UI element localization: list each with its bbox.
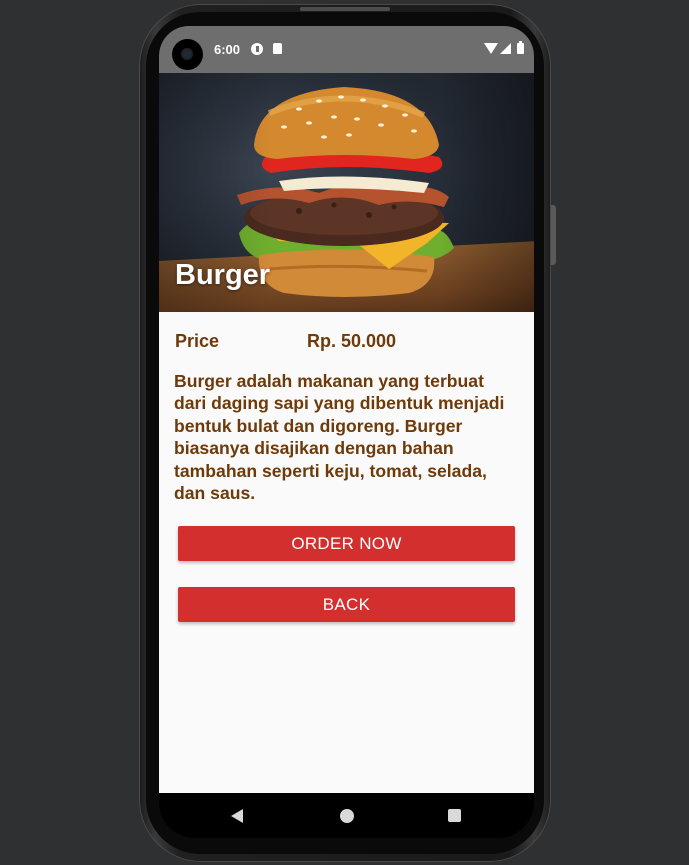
system-navigation-bar [159, 793, 534, 838]
price-value: Rp. 50.000 [307, 331, 397, 351]
device-stage: 6:00 Burger Price Rp. 50.000 Burger adal… [0, 0, 689, 865]
status-bar: 6:00 [159, 26, 534, 73]
front-camera-icon [172, 39, 203, 70]
price-row: Price Rp. 50.000 [175, 331, 518, 355]
food-detail-screen: Burger Price Rp. 50.000 Burger adalah ma… [159, 73, 534, 793]
signal-icon [500, 43, 511, 54]
hero-image: Burger [159, 73, 534, 312]
order-now-button[interactable]: ORDER NOW [178, 526, 515, 561]
speaker-grille [300, 7, 390, 11]
back-button[interactable]: BACK [178, 587, 515, 622]
status-time: 6:00 [214, 42, 241, 57]
food-description: Burger adalah makanan yang terbuat dari … [174, 371, 505, 504]
food-title: Burger [175, 259, 271, 291]
power-button[interactable] [551, 205, 556, 265]
price-label: Price [175, 331, 220, 351]
battery-icon [517, 41, 524, 54]
recents-square-icon[interactable] [448, 809, 461, 822]
phone-screen: 6:00 Burger Price Rp. 50.000 Burger adal… [159, 26, 534, 838]
home-circle-icon[interactable] [340, 809, 354, 823]
sd-card-icon [273, 43, 282, 54]
wifi-icon [484, 43, 498, 54]
notification-circle-icon [251, 43, 263, 55]
back-triangle-icon[interactable] [231, 809, 243, 823]
